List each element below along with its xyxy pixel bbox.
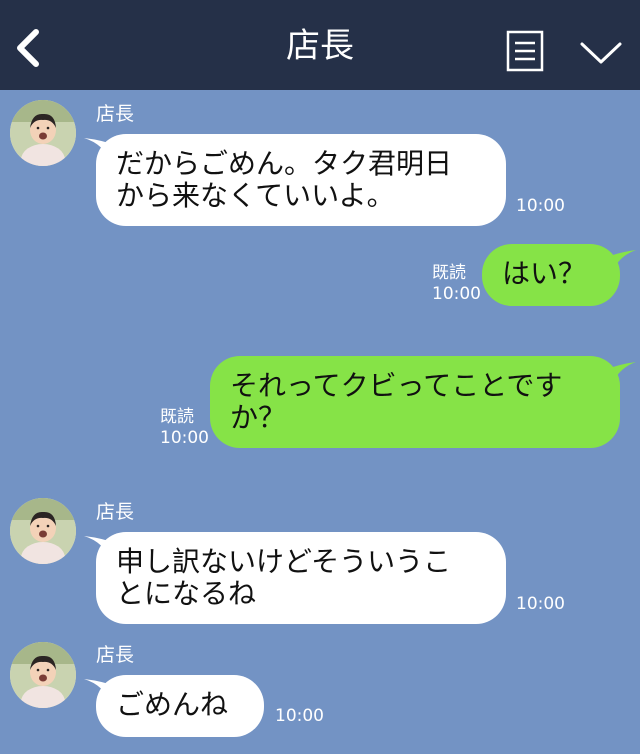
back-button[interactable]: [10, 26, 50, 70]
message-time: 10:00: [160, 428, 209, 448]
message-bubble[interactable]: 申し訳ないけどそういうこ とになるね: [96, 532, 506, 624]
message-meta: 既読 10:00: [160, 407, 209, 449]
sender-name: 店長: [96, 103, 135, 125]
list-icon: [506, 30, 544, 72]
message-bubble[interactable]: はい？: [482, 244, 620, 306]
message-time: 10:00: [432, 284, 481, 304]
message-bubble[interactable]: ごめんね: [96, 675, 264, 737]
message-text: ごめんね: [116, 688, 229, 721]
message-time: 10:00: [275, 706, 324, 726]
read-receipt: 既読: [432, 263, 466, 283]
menu-button[interactable]: [506, 30, 544, 72]
avatar[interactable]: [10, 100, 76, 166]
child-avatar-image: [10, 642, 76, 708]
message-time: 10:00: [516, 196, 565, 216]
child-avatar-image: [10, 100, 76, 166]
chevron-left-icon: [17, 29, 39, 67]
message-text: 申し訳ないけどそういうこ とになるね: [116, 545, 452, 610]
child-avatar-image: [10, 498, 76, 564]
message-text: それってクビってことです か？: [230, 369, 563, 434]
avatar[interactable]: [10, 498, 76, 564]
read-receipt: 既読: [160, 407, 194, 427]
chat-header: 店長: [0, 0, 640, 90]
avatar[interactable]: [10, 642, 76, 708]
message-text: はい？: [502, 257, 587, 290]
message-bubble[interactable]: だからごめん。タク君明日 から来なくていいよ。: [96, 134, 506, 226]
sender-name: 店長: [96, 501, 135, 523]
message-bubble[interactable]: それってクビってことです か？: [210, 356, 620, 448]
sender-name: 店長: [96, 644, 135, 666]
message-text: だからごめん。タク君明日 から来なくていいよ。: [116, 147, 453, 212]
message-time: 10:00: [516, 594, 565, 614]
chat-title: 店長: [286, 26, 354, 66]
chevron-down-icon: [580, 42, 622, 64]
expand-button[interactable]: [578, 36, 624, 70]
message-meta: 既読 10:00: [432, 263, 481, 305]
